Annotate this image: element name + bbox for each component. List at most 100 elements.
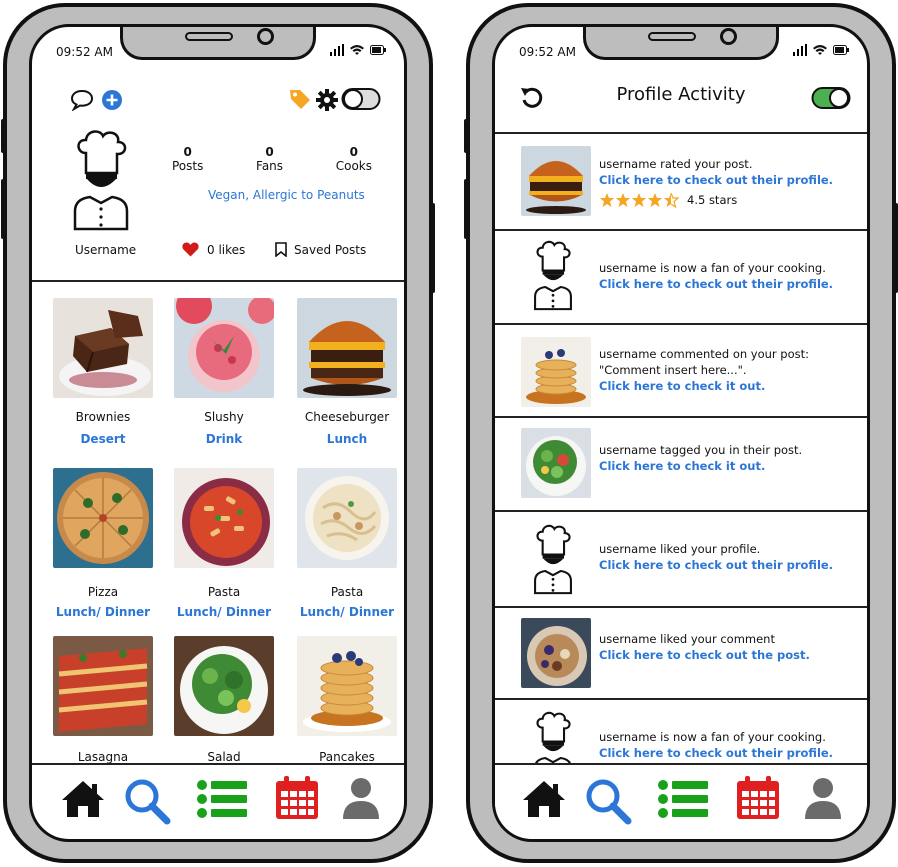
calendar-icon[interactable]: [274, 775, 320, 821]
activity-comment: "Comment insert here...".: [599, 363, 747, 377]
profile-icon[interactable]: [804, 777, 842, 821]
profile-icon[interactable]: [342, 777, 380, 821]
post-category[interactable]: Lunch/ Dinner: [292, 605, 402, 619]
activity-message: username liked your comment: [599, 632, 775, 646]
chat-icon[interactable]: [70, 89, 96, 111]
post-image: [297, 298, 397, 398]
post-name: Cheeseburger: [304, 410, 390, 424]
volume-up-button: [1, 179, 6, 239]
activity-post-image: [521, 146, 591, 216]
activity-item[interactable]: username commented on your post: "Commen…: [495, 324, 867, 416]
activity-message: username tagged you in their post.: [599, 443, 803, 457]
post-tile-pizza[interactable]: Pizza Lunch/ Dinner: [48, 468, 158, 619]
post-image: [174, 298, 274, 398]
post-name: Pasta: [330, 585, 364, 599]
stat-label: Cooks: [335, 159, 372, 173]
wifi-icon: [813, 44, 827, 55]
post-name: Pasta: [207, 585, 241, 599]
activity-message: username rated your post.: [599, 157, 753, 171]
post-tile-cheeseburger[interactable]: Cheeseburger Lunch: [292, 298, 402, 446]
post-tile-brownies[interactable]: Brownies Desert: [48, 298, 158, 446]
divider: [32, 280, 404, 282]
post-image: [297, 468, 397, 568]
battery-icon: [833, 45, 849, 55]
activity-link[interactable]: Click here to check out their profile.: [599, 172, 833, 188]
search-icon[interactable]: [584, 777, 632, 825]
stat-cooks[interactable]: 0 Cooks: [336, 145, 372, 173]
post-tile-lasagna[interactable]: Lasagna: [48, 636, 158, 768]
toggle-switch[interactable]: [341, 87, 381, 111]
bottom-tab-bar: [495, 763, 867, 839]
activity-item[interactable]: username rated your post. Click here to …: [495, 133, 867, 228]
post-tile-slushy[interactable]: Slushy Drink: [169, 298, 279, 446]
profile-screen: 09:52 AM 0 Posts 0 Fans 0 Cooks Vegan, A…: [29, 24, 407, 842]
activity-post-image: [521, 337, 591, 407]
activity-item[interactable]: username liked your profile. Click here …: [495, 511, 867, 606]
power-button: [430, 203, 435, 293]
search-icon[interactable]: [123, 777, 171, 825]
list-icon[interactable]: [197, 779, 249, 819]
post-image: [174, 468, 274, 568]
post-tile-pasta-2[interactable]: Pasta Lunch/ Dinner: [292, 468, 402, 619]
post-category[interactable]: Lunch/ Dinner: [48, 605, 158, 619]
stat-label: Fans: [256, 159, 284, 173]
activity-link[interactable]: Click here to check out their profile.: [599, 557, 833, 573]
post-image: [53, 468, 153, 568]
activity-message: username is now a fan of your cooking.: [599, 261, 826, 275]
activity-link[interactable]: Click here to check out the post.: [599, 647, 810, 663]
gear-icon[interactable]: [315, 88, 339, 112]
activity-screen: 09:52 AM Profile Activity username rated…: [492, 24, 870, 842]
post-image: [297, 636, 397, 736]
saved-posts-label: Saved Posts: [294, 242, 367, 257]
likes-button[interactable]: 0 likes: [182, 242, 245, 257]
phone-activity: 09:52 AM Profile Activity username rated…: [464, 3, 898, 863]
activity-item[interactable]: username liked your comment Click here t…: [495, 607, 867, 698]
activity-item[interactable]: username is now a fan of your cooking. C…: [495, 230, 867, 323]
post-image: [53, 636, 153, 736]
activity-link[interactable]: Click here to check it out.: [599, 458, 802, 474]
activity-item[interactable]: username tagged you in their post. Click…: [495, 417, 867, 510]
list-icon[interactable]: [658, 779, 710, 819]
battery-icon: [370, 45, 386, 55]
toggle-switch[interactable]: [811, 86, 851, 110]
notch: [583, 27, 779, 60]
mute-switch: [464, 119, 469, 153]
stat-posts[interactable]: 0 Posts: [172, 145, 203, 173]
saved-posts-button[interactable]: Saved Posts: [275, 242, 366, 257]
signal-icon: [330, 44, 344, 56]
activity-text: username commented on your post: "Commen…: [599, 346, 809, 394]
add-icon[interactable]: [101, 89, 123, 111]
activity-text: username tagged you in their post. Click…: [599, 442, 802, 474]
activity-link[interactable]: Click here to check out their profile.: [599, 276, 833, 292]
post-category[interactable]: Drink: [169, 432, 279, 446]
home-icon[interactable]: [521, 779, 567, 819]
calendar-icon[interactable]: [735, 775, 781, 821]
bookmark-icon: [275, 242, 287, 257]
activity-text: username rated your post. Click here to …: [599, 156, 833, 208]
post-tile-pancakes[interactable]: Pancakes: [292, 636, 402, 768]
post-tile-pasta-1[interactable]: Pasta Lunch/ Dinner: [169, 468, 279, 619]
activity-text: username liked your profile. Click here …: [599, 541, 833, 573]
profile-stats: 0 Posts 0 Fans 0 Cooks: [172, 145, 372, 173]
activity-post-image: [521, 428, 591, 498]
power-button: [893, 203, 898, 293]
post-name: Pizza: [87, 585, 119, 599]
stat-fans[interactable]: 0 Fans: [256, 145, 283, 173]
post-category[interactable]: Lunch: [292, 432, 402, 446]
tag-icon[interactable]: [288, 87, 312, 111]
wifi-icon: [350, 44, 364, 55]
post-tile-salad[interactable]: Salad: [169, 636, 279, 768]
stat-value: 0: [265, 145, 274, 159]
stat-value: 0: [183, 145, 192, 159]
activity-text: username is now a fan of your cooking. C…: [599, 260, 833, 292]
post-category[interactable]: Lunch/ Dinner: [169, 605, 279, 619]
activity-link[interactable]: Click here to check out their profile.: [599, 745, 833, 761]
activity-link[interactable]: Click here to check it out.: [599, 378, 809, 394]
home-icon[interactable]: [60, 779, 106, 819]
post-name: Brownies: [75, 410, 131, 424]
notch: [120, 27, 316, 60]
activity-item[interactable]: username is now a fan of your cooking. C…: [495, 699, 867, 769]
activity-message: username is now a fan of your cooking.: [599, 730, 826, 744]
signal-icon: [793, 44, 807, 56]
post-category[interactable]: Desert: [48, 432, 158, 446]
